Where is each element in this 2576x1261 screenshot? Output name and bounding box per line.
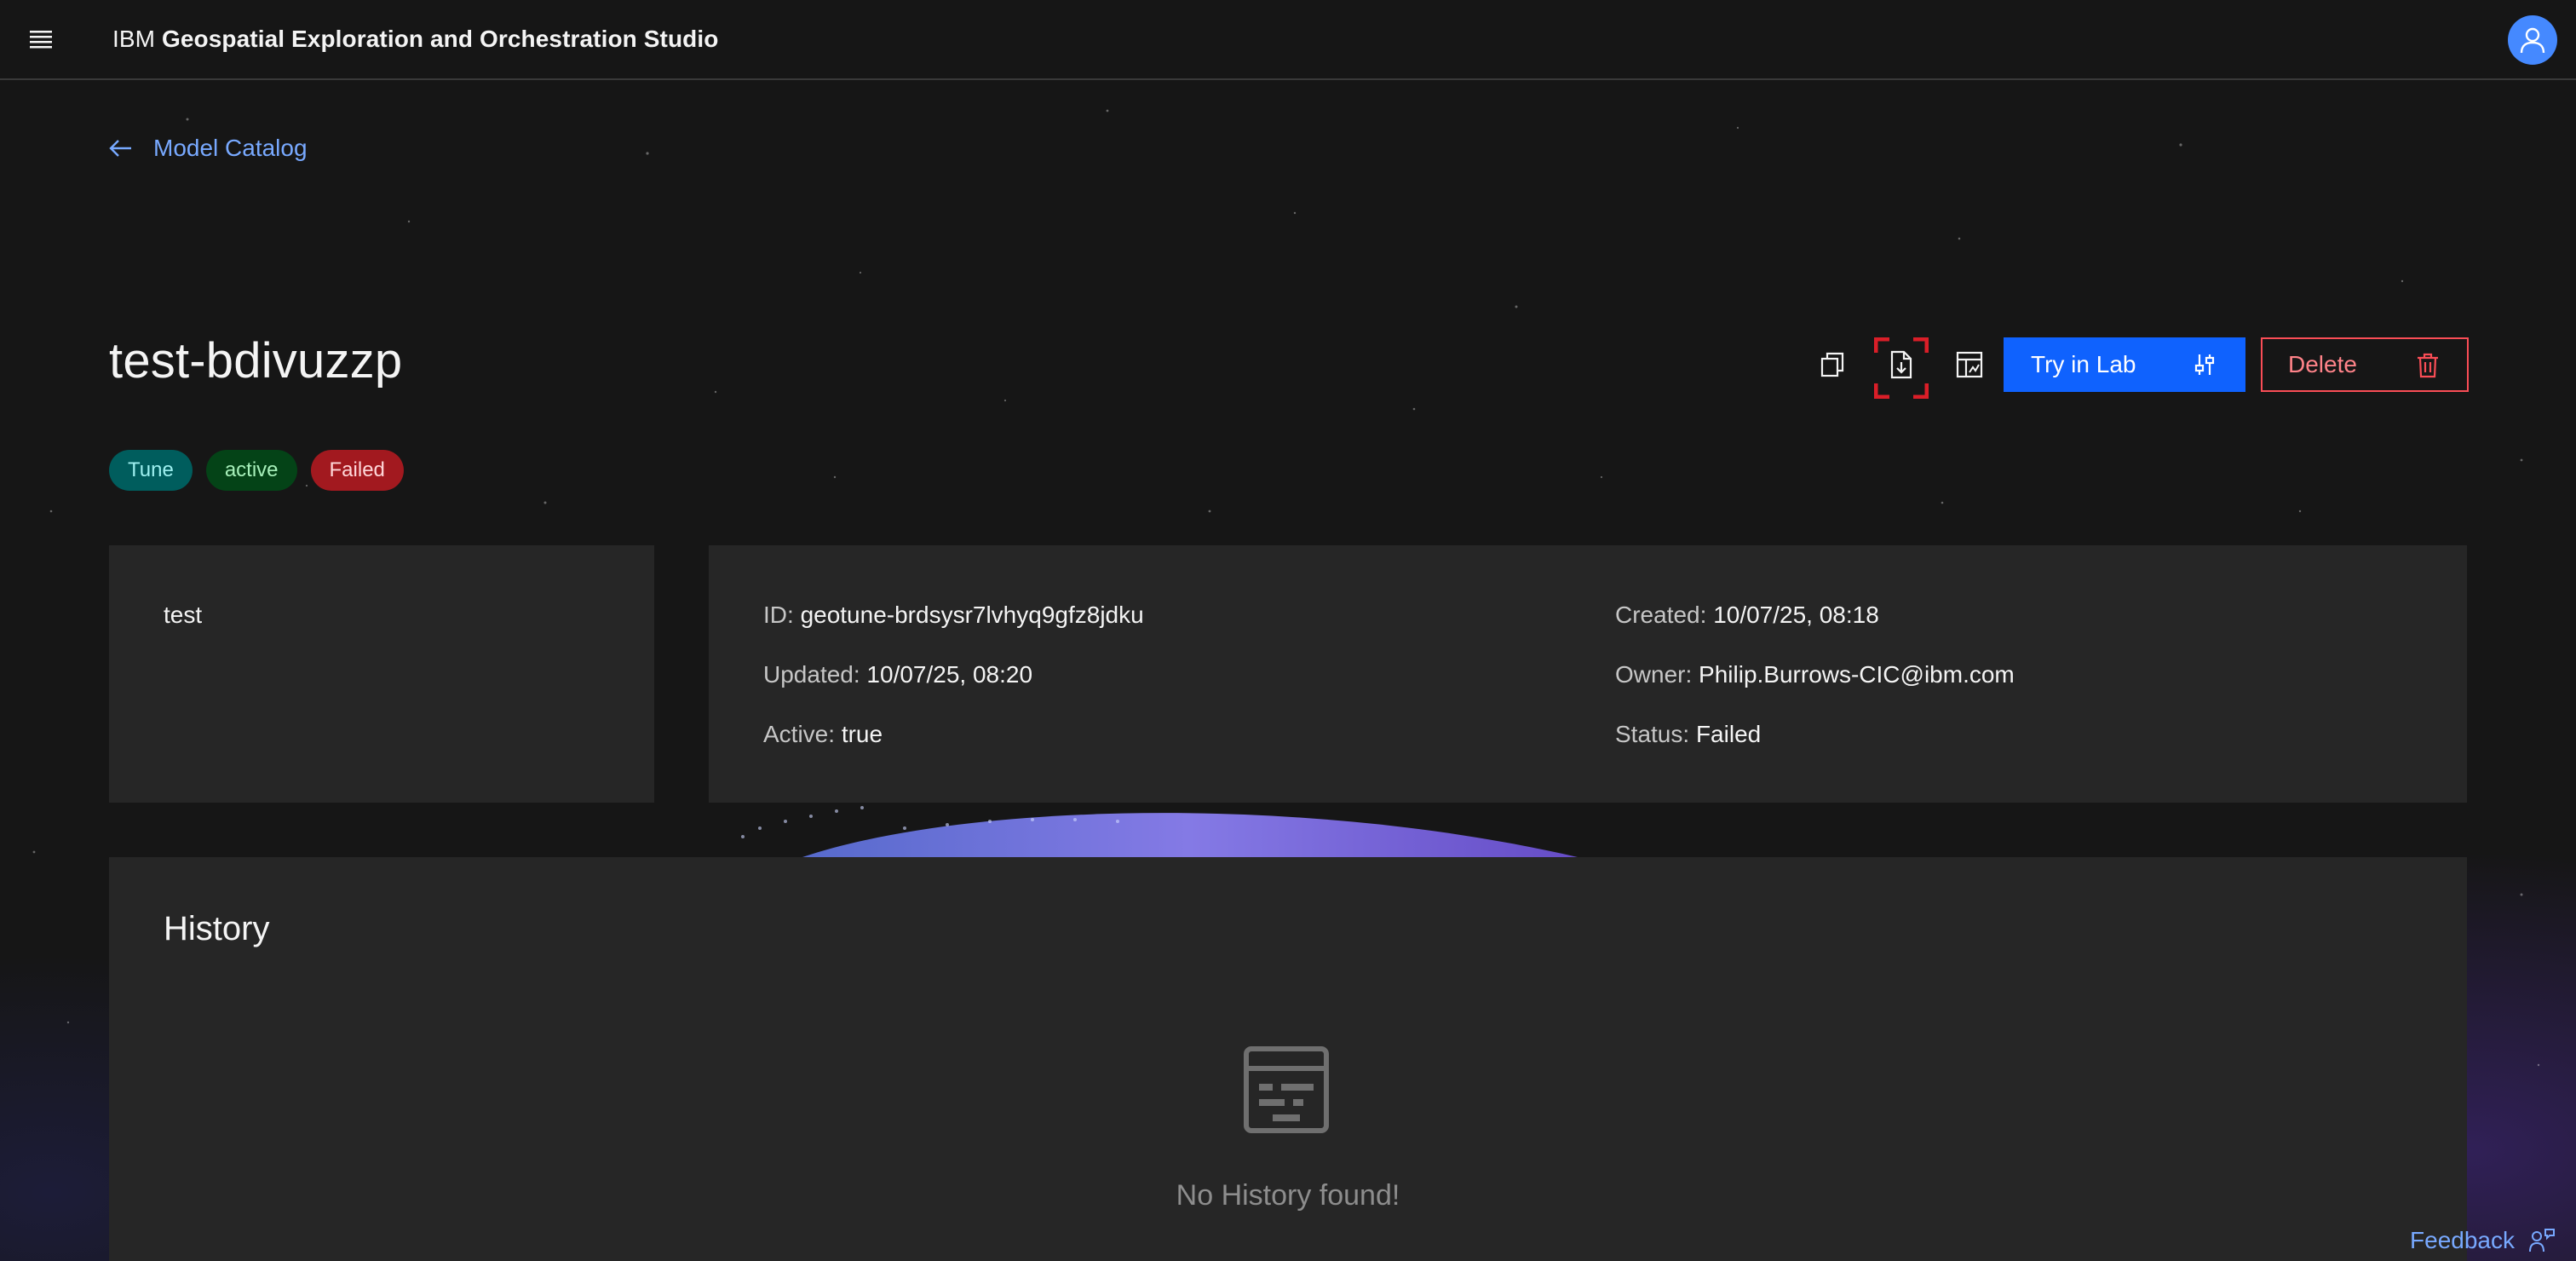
empty-state-text: No History found! (1176, 1179, 1400, 1212)
description-text: test (164, 602, 203, 628)
hamburger-menu-button[interactable] (0, 0, 82, 79)
created-value: 10/07/25, 08:18 (1713, 602, 1879, 628)
arrow-left-icon (109, 140, 131, 157)
delete-label: Delete (2288, 351, 2357, 377)
status-value: Failed (1695, 721, 1762, 747)
detail-updated: Updated: 10/07/25, 08:20 (763, 661, 1032, 688)
active-value: true (841, 721, 883, 747)
trash-can-icon (2418, 353, 2438, 378)
details-card: ID: geotune-brdsysr7lvhyq9gfz8jdku Updat… (709, 545, 2467, 803)
created-label: Created: (1615, 602, 1707, 628)
owner-value: Philip.Burrows-CIC@ibm.com (1699, 661, 2015, 688)
globe-illustration (741, 806, 1578, 857)
status-label: Status: (1615, 721, 1690, 747)
top-header: IBM Geospatial Exploration and Orchestra… (0, 0, 2576, 80)
feedback-person-icon (2529, 1229, 2555, 1252)
updated-value: 10/07/25, 08:20 (866, 661, 1033, 688)
tag-tune: Tune (109, 450, 193, 491)
history-panel: History No History found! (109, 857, 2467, 1261)
brand-prefix: IBM (112, 26, 156, 52)
back-to-catalog-link[interactable]: Model Catalog (109, 135, 308, 162)
feedback-button[interactable]: Feedback (2410, 1220, 2556, 1261)
page-title: test-bdivuzzp (109, 333, 403, 389)
detail-active: Active: true (763, 721, 883, 748)
model-tags: Tune active Failed (109, 450, 404, 491)
detail-id: ID: geotune-brdsysr7lvhyq9gfz8jdku (763, 602, 1144, 629)
user-avatar-button[interactable] (2508, 15, 2557, 65)
try-in-lab-button[interactable]: Try in Lab (2004, 337, 2245, 392)
updated-label: Updated: (763, 661, 860, 688)
user-icon (2520, 27, 2545, 54)
detail-created: Created: 10/07/25, 08:18 (1615, 602, 1879, 629)
id-label: ID: (763, 602, 794, 628)
history-title: History (164, 910, 270, 947)
detail-owner: Owner: Philip.Burrows-CIC@ibm.com (1615, 661, 2015, 688)
menu-icon (30, 31, 52, 49)
detail-status: Status: Failed (1615, 721, 1761, 748)
settings-adjust-icon (2194, 354, 2215, 375)
tag-status-failed: Failed (310, 450, 404, 491)
document-download-icon (1890, 350, 1912, 379)
app-brand[interactable]: IBM Geospatial Exploration and Orchestra… (112, 26, 718, 53)
back-link-label: Model Catalog (153, 135, 308, 161)
id-value: geotune-brdsysr7lvhyq9gfz8jdku (800, 602, 1144, 628)
delete-button[interactable]: Delete (2261, 337, 2469, 392)
brand-name: Geospatial Exploration and Orchestration… (161, 26, 719, 52)
table-chart-icon (1956, 351, 1983, 378)
feedback-label: Feedback (2410, 1227, 2515, 1253)
active-label: Active: (763, 721, 836, 747)
owner-label: Owner: (1615, 661, 1693, 688)
empty-calendar-icon (1244, 1046, 1329, 1133)
download-config-button[interactable] (1874, 337, 1929, 399)
copy-icon (1820, 352, 1844, 377)
model-toolbar (1806, 334, 2010, 399)
data-table-button[interactable] (1942, 337, 1997, 392)
copy-button[interactable] (1806, 337, 1860, 392)
tag-active: active (205, 450, 297, 491)
try-in-lab-label: Try in Lab (2031, 351, 2136, 377)
description-card: test (109, 545, 654, 803)
page: IBM Geospatial Exploration and Orchestra… (0, 0, 2576, 1261)
